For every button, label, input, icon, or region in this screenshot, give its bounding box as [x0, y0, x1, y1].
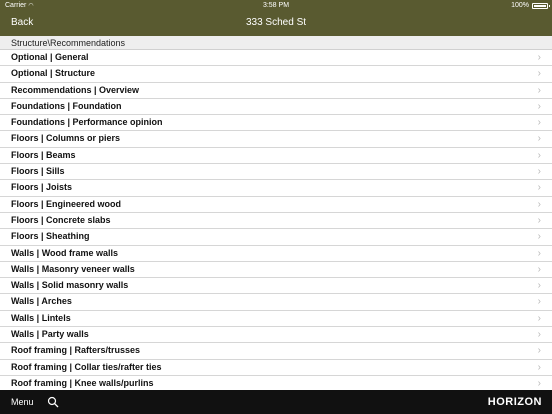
list-item[interactable]: Walls | Solid masonry walls ›	[0, 278, 552, 295]
list-item-label: Roof framing | Rafters/trusses	[11, 345, 141, 356]
list-item[interactable]: Floors | Concrete slabs ›	[0, 212, 552, 230]
list-item-label: Foundations | Foundation	[11, 100, 122, 111]
navigation-bar: Back 333 Sched St	[0, 12, 552, 36]
status-time: 3:58 PM	[262, 2, 290, 9]
footer-bar: Menu HORIZON	[0, 390, 552, 414]
horizon-logo: HORIZON	[487, 396, 542, 408]
list-item[interactable]: Walls | Masonry veneer walls ›	[0, 261, 552, 279]
chevron-right-icon: ›	[537, 280, 541, 292]
list-item[interactable]: Walls | Wood frame walls ›	[0, 245, 552, 262]
list-item[interactable]: Roof framing | Collar ties/rafter ties ›	[0, 359, 552, 376]
list-item-label: Floors | Concrete slabs	[11, 214, 111, 225]
list-item[interactable]: Roof framing | Rafters/trusses ›	[0, 343, 552, 360]
chevron-right-icon: ›	[537, 231, 541, 243]
battery-icon	[532, 3, 550, 9]
list-item-label: Floors | Beams	[11, 149, 76, 160]
list-item-label: Floors | Columns or piers	[11, 133, 121, 144]
chevron-right-icon: ›	[537, 100, 541, 112]
list-item-label: Roof framing | Collar ties/rafter ties	[11, 361, 162, 372]
list-item-label: Optional | Structure	[11, 68, 96, 79]
list-item-label: Roof framing | Knee walls/purlins	[11, 377, 154, 388]
chevron-right-icon: ›	[537, 198, 541, 210]
list-item[interactable]: Walls | Party walls ›	[0, 327, 552, 344]
list-item-label: Foundations | Performance opinion	[11, 117, 163, 128]
list-item[interactable]: Floors | Sills ›	[0, 164, 552, 181]
chevron-right-icon: ›	[537, 247, 541, 259]
chevron-right-icon: ›	[537, 166, 541, 178]
chevron-right-icon: ›	[537, 133, 541, 145]
chevron-right-icon: ›	[537, 52, 541, 63]
list-item-label: Floors | Engineered wood	[11, 198, 122, 209]
chevron-right-icon: ›	[537, 182, 541, 194]
list-item[interactable]: Floors | Sheathing ›	[0, 229, 552, 246]
list-item[interactable]: Recommendations | Overview ›	[0, 82, 552, 99]
chevron-right-icon: ›	[537, 377, 541, 389]
chevron-right-icon: ›	[537, 149, 541, 161]
list-item-label: Floors | Joists	[11, 182, 73, 193]
chevron-right-icon: ›	[537, 84, 541, 96]
list-item[interactable]: Floors | Engineered wood ›	[0, 196, 552, 213]
chevron-right-icon: ›	[537, 361, 541, 373]
chevron-right-icon: ›	[537, 214, 541, 226]
page-title: 333 Sched St	[245, 17, 307, 28]
list-item[interactable]: Floors | Beams ›	[0, 147, 552, 165]
list-item-label: Walls | Masonry veneer walls	[11, 263, 135, 274]
list-item-label: Walls | Solid masonry walls	[11, 280, 129, 291]
status-bar: Carrier ◠ 3:58 PM 100%	[0, 0, 552, 12]
menu-button[interactable]: Menu	[11, 390, 34, 414]
list-item[interactable]: Floors | Joists ›	[0, 180, 552, 197]
chevron-right-icon: ›	[537, 117, 541, 129]
chevron-right-icon: ›	[537, 68, 541, 80]
list-item[interactable]: Walls | Lintels ›	[0, 310, 552, 328]
list-item-label: Floors | Sills	[11, 166, 65, 177]
battery-percent: 100%	[511, 2, 529, 9]
battery-indicator: 100%	[511, 0, 550, 12]
recommendations-list: Structure\Recommendations Optional | Gen…	[0, 36, 552, 390]
list-item-label: Recommendations | Overview	[11, 84, 140, 95]
list-item[interactable]: Optional | Structure ›	[0, 66, 552, 83]
list-item-label: Floors | Sheathing	[11, 231, 90, 242]
list-item-label: Walls | Wood frame walls	[11, 247, 119, 258]
search-icon[interactable]	[47, 396, 59, 408]
list-item-label: Walls | Party walls	[11, 329, 89, 340]
chevron-right-icon: ›	[537, 329, 541, 341]
chevron-right-icon: ›	[537, 345, 541, 357]
list-item[interactable]: Foundations | Foundation ›	[0, 98, 552, 116]
list-item[interactable]: Floors | Columns or piers ›	[0, 131, 552, 148]
list-item[interactable]: Foundations | Performance opinion ›	[0, 115, 552, 132]
chevron-right-icon: ›	[537, 312, 541, 324]
list-item[interactable]: Roof framing | Knee walls/purlins ›	[0, 375, 552, 390]
list-item[interactable]: Walls | Arches ›	[0, 294, 552, 311]
list-item[interactable]: Optional | General ›	[0, 50, 552, 67]
list-item-label: Walls | Lintels	[11, 312, 71, 323]
chevron-right-icon: ›	[537, 263, 541, 275]
list-item-label: Optional | General	[11, 52, 89, 62]
section-header: Structure\Recommendations	[0, 36, 552, 50]
chevron-right-icon: ›	[537, 296, 541, 308]
list-item-label: Walls | Arches	[11, 296, 72, 307]
